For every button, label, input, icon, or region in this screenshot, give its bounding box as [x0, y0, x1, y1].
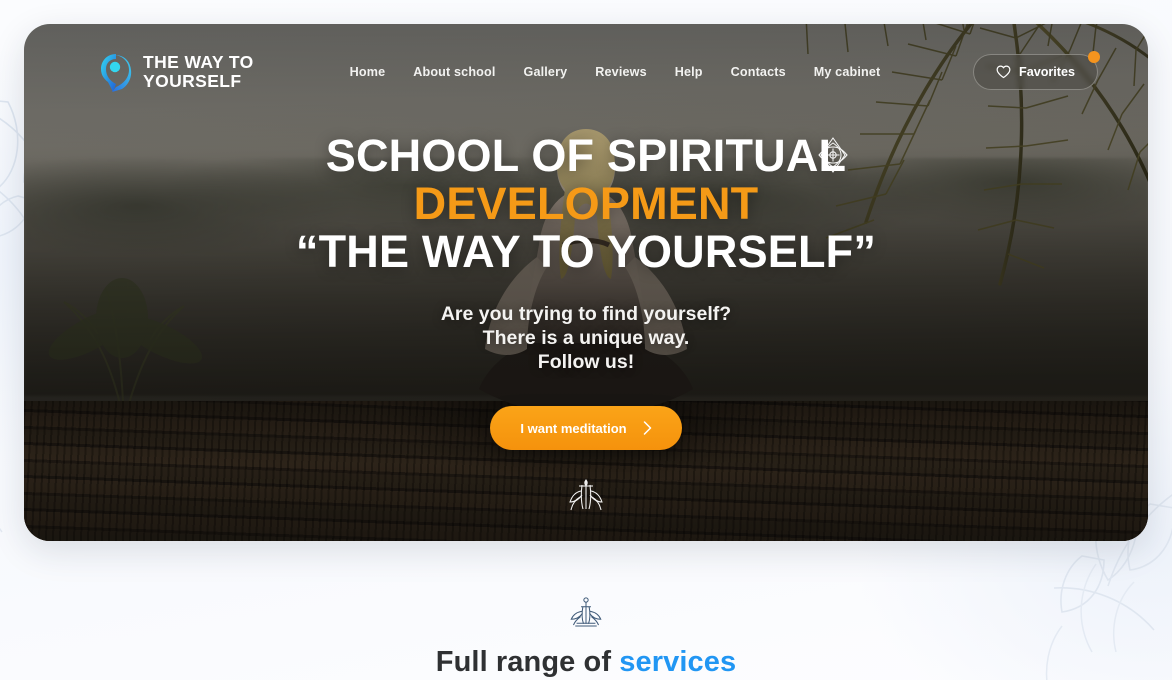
site-header: THE WAY TO YOURSELF Home About school Ga… — [24, 24, 1148, 120]
favorites-badge-dot — [1088, 51, 1100, 63]
subhead-line-3: Follow us! — [537, 351, 635, 374]
services-heading-accent: services — [619, 646, 737, 678]
brand-logo[interactable]: THE WAY TO YOURSELF — [98, 51, 254, 93]
brand-line-1: THE WAY TO — [143, 52, 254, 73]
ribbon-person-logo-icon — [101, 54, 132, 92]
chevron-right-icon — [643, 421, 651, 436]
headline-line-3: “THE WAY TO YOURSELF” — [295, 226, 877, 278]
nav-item-about-school[interactable]: About school — [413, 65, 495, 79]
hero-banner: THE WAY TO YOURSELF Home About school Ga… — [24, 24, 1148, 541]
nav-item-reviews[interactable]: Reviews — [595, 65, 646, 79]
mandala-diamond-ornament-icon — [818, 137, 848, 173]
i-want-meditation-button[interactable]: I want meditation — [490, 406, 682, 451]
heart-icon — [996, 65, 1011, 79]
subhead-line-1: Are you trying to find yourself? — [440, 303, 732, 326]
nav-item-gallery[interactable]: Gallery — [524, 65, 568, 79]
favorites-button-wrapper: Favorites — [973, 51, 1100, 90]
services-section: Full range of services — [0, 556, 1172, 679]
nav-item-contacts[interactable]: Contacts — [731, 65, 786, 79]
headline-line-1: SCHOOL OF SPIRITUAL — [325, 130, 847, 181]
favorites-button[interactable]: Favorites — [973, 54, 1098, 90]
services-heading: Full range of services — [0, 646, 1172, 679]
favorites-label: Favorites — [1019, 65, 1075, 79]
brand-wordmark: THE WAY TO YOURSELF — [143, 53, 254, 90]
nav-item-home[interactable]: Home — [350, 65, 386, 79]
headline-line-2: DEVELOPMENT — [413, 178, 759, 230]
lotus-ornament-icon — [570, 597, 602, 627]
services-heading-plain: Full range of — [435, 646, 620, 678]
nav-item-my-cabinet[interactable]: My cabinet — [814, 65, 881, 79]
hero-headline: SCHOOL OF SPIRITUAL DEVELOPMENT “THE WAY… — [295, 130, 877, 278]
brand-line-2: YOURSELF — [143, 71, 242, 91]
cta-label: I want meditation — [520, 420, 627, 436]
main-navigation: Home About school Gallery Reviews Help C… — [350, 65, 881, 79]
subhead-line-2: There is a unique way. — [482, 327, 690, 350]
hero-subheadline: Are you trying to find yourself? There i… — [441, 303, 731, 375]
nav-item-help[interactable]: Help — [675, 65, 703, 79]
lotus-fountain-ornament-icon — [569, 479, 603, 511]
